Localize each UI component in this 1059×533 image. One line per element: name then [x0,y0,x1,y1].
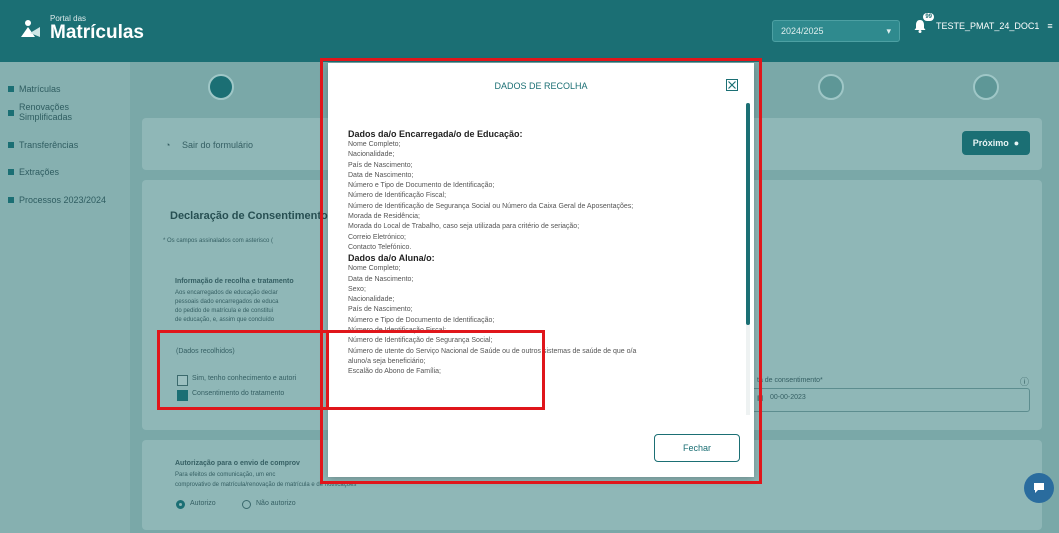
info-line: de educação, e, assim que concluído [175,317,275,323]
filter-icon [8,169,14,175]
radio-not-authorize[interactable] [242,500,251,509]
info-title: Informação de recolha e tratamento [175,278,294,285]
step-document-icon[interactable] [818,74,844,100]
transfer-icon [8,142,14,148]
chat-button[interactable] [1024,473,1054,503]
radio-authorize-label: Autorizo [190,500,216,507]
notifications-badge: 99 [923,13,934,21]
step-1-shield-icon[interactable] [208,74,234,100]
info-line: do pedido de matrícula e de constitui [175,308,274,314]
sidebar-item-label: Transferências [19,140,79,150]
annotation-box-collected-data [157,330,329,410]
logo-icon [21,19,40,37]
info-line: Aos encarregados de educação declar [175,290,278,296]
radio-authorize[interactable] [176,500,185,509]
notifications-button[interactable]: 99 [912,13,934,34]
sidebar-item-label: Processos 2023/2024 [19,195,107,205]
school-year-value: 2024/2025 [781,26,824,36]
sidebar-item-label: Extrações [19,167,60,177]
top-header: Portal das Matrículas 2024/2025 ▾ 99 TES… [0,0,1059,62]
info-line: pessoais dado encarregados de educa [175,299,279,305]
list-icon [8,86,14,92]
refresh-icon [8,110,14,116]
logo-subtitle: Portal das [50,14,87,23]
auth-line: Para efeitos de comunicação, um enc [175,472,276,478]
back-icon[interactable]: ◔ [165,140,170,150]
sidebar-item-matriculas[interactable]: Matrículas [8,84,61,94]
section-title: Declaração de Consentimento [170,210,328,222]
info-icon[interactable]: ⓘ [1020,375,1029,388]
radio-not-authorize-label: Não autorizo [256,500,296,507]
user-name[interactable]: TESTE_PMAT_24_DOC1 [936,21,1039,31]
app-window: Portal das Matrículas 2024/2025 ▾ 99 TES… [0,0,1059,533]
user-area: 99 TESTE_PMAT_24_DOC1 ≡ [912,13,1053,34]
sidebar-item-processos[interactable]: Processos 2023/2024 [8,195,106,205]
sidebar-item-transferencias[interactable]: Transferências [8,140,78,150]
auth-title: Autorização para o envio de comprov [175,460,300,467]
portal-logo[interactable]: Portal das Matrículas [18,14,144,43]
next-button-label: Próximo [972,138,1009,148]
logo-title: Matrículas [50,22,144,43]
annotation-box-modal [320,58,762,484]
menu-icon[interactable]: ≡ [1047,21,1052,31]
sidebar-item-label: Renovações Simplificadas [19,102,73,122]
sidebar-item-extracoes[interactable]: Extrações [8,167,59,177]
folder-icon [8,197,14,203]
school-year-select[interactable]: 2024/2025 ▾ [772,20,900,42]
annotation-box-student-fields [320,330,545,410]
consent-date-label: ta de consentimento* [757,377,823,384]
step-final-icon[interactable] [973,74,999,100]
chevron-down-icon: ▾ [886,25,891,36]
sidebar-item-renovacoes[interactable]: Renovações Simplificadas [8,102,120,122]
next-button[interactable]: Próximo ● [962,131,1030,155]
consent-date-value: 00-00-2023 [770,394,806,401]
arrow-right-icon: ● [1013,138,1020,148]
sidebar-item-label: Matrículas [19,84,61,94]
exit-form-link[interactable]: Sair do formulário [182,140,253,150]
sidebar: Matrículas Renovações Simplificadas Tran… [0,62,130,533]
required-note: * Os campos assinalados com asterisco ( [163,238,274,244]
chat-icon [1034,483,1044,493]
